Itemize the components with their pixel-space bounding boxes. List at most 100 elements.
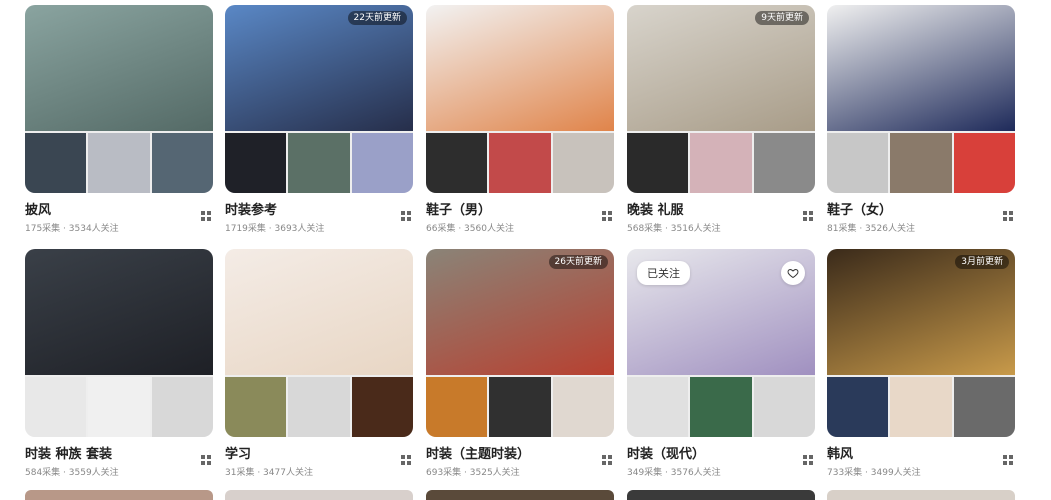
board-cover[interactable]: 26天前更新 <box>426 249 614 437</box>
grid-menu-icon[interactable] <box>201 450 211 465</box>
board-title[interactable]: 晚装 礼服 <box>627 201 815 221</box>
board-title[interactable]: 学习 <box>225 445 413 465</box>
board-title[interactable]: 鞋子（女） <box>827 201 1015 221</box>
board-thumbnails <box>627 133 815 193</box>
board-card[interactable]: 已关注时装（现代） 349采集 · 3576人关注 <box>627 249 815 480</box>
board-stats: 1719采集 · 3693人关注 <box>225 224 325 234</box>
board-title-row: 时装（现代） <box>627 445 815 465</box>
grid-menu-icon[interactable] <box>201 206 211 221</box>
board-main-image[interactable] <box>225 249 413 375</box>
board-thumbnail[interactable] <box>489 377 551 437</box>
board-thumbnail[interactable] <box>690 133 752 193</box>
grid-menu-icon[interactable] <box>1003 206 1013 221</box>
board-cover[interactable] <box>25 249 213 437</box>
board-title[interactable]: 时装（主题时装） <box>426 445 614 465</box>
board-stats: 349采集 · 3576人关注 <box>627 468 721 478</box>
grid-menu-icon[interactable] <box>602 206 612 221</box>
board-thumbnails <box>627 377 815 437</box>
followed-button[interactable]: 已关注 <box>637 261 690 285</box>
grid-menu-icon[interactable] <box>803 450 813 465</box>
board-card[interactable]: 披风 175采集 · 3534人关注 <box>25 5 213 236</box>
board-thumbnail[interactable] <box>827 133 889 193</box>
board-thumbnail[interactable] <box>753 377 815 437</box>
board-title[interactable]: 韩风 <box>827 445 1015 465</box>
board-stats: 584采集 · 3559人关注 <box>25 468 119 478</box>
board-thumbnail[interactable] <box>890 133 952 193</box>
board-thumbnail[interactable] <box>225 133 287 193</box>
board-thumbnail[interactable] <box>953 377 1015 437</box>
board-thumbnail[interactable] <box>88 133 150 193</box>
grid-menu-icon[interactable] <box>602 450 612 465</box>
board-stats: 733采集 · 3499人关注 <box>827 468 921 478</box>
board-thumbnails <box>225 377 413 437</box>
board-thumbnail[interactable] <box>351 377 413 437</box>
board-thumbnail[interactable] <box>953 133 1015 193</box>
board-stats: 568采集 · 3516人关注 <box>627 224 721 234</box>
board-cover-partial[interactable] <box>426 490 614 500</box>
board-cover[interactable] <box>827 5 1015 193</box>
board-card[interactable]: 学习 31采集 · 3477人关注 <box>225 249 413 480</box>
board-cover-partial[interactable] <box>827 490 1015 500</box>
board-thumbnail[interactable] <box>25 377 87 437</box>
board-thumbnail[interactable] <box>552 133 614 193</box>
board-thumbnail[interactable] <box>225 377 287 437</box>
board-thumbnail[interactable] <box>627 377 689 437</box>
board-cover-partial[interactable] <box>627 490 815 500</box>
board-card[interactable]: 鞋子（女） 81采集 · 3526人关注 <box>827 5 1015 236</box>
board-thumbnail[interactable] <box>426 133 488 193</box>
board-main-image[interactable] <box>25 5 213 131</box>
board-card[interactable]: 时装 种族 套装 584采集 · 3559人关注 <box>25 249 213 480</box>
board-card[interactable]: 3月前更新韩风 733采集 · 3499人关注 <box>827 249 1015 480</box>
board-title-row: 韩风 <box>827 445 1015 465</box>
board-main-image[interactable] <box>426 5 614 131</box>
board-title[interactable]: 鞋子（男） <box>426 201 614 221</box>
update-badge: 22天前更新 <box>347 11 407 25</box>
board-cover[interactable] <box>225 249 413 437</box>
board-thumbnail[interactable] <box>753 133 815 193</box>
heart-icon[interactable] <box>781 261 805 285</box>
board-thumbnail[interactable] <box>690 377 752 437</box>
board-cover[interactable]: 22天前更新 <box>225 5 413 193</box>
board-cover-partial[interactable] <box>25 490 213 500</box>
grid-menu-icon[interactable] <box>401 206 411 221</box>
board-thumbnail[interactable] <box>426 377 488 437</box>
board-stats: 175采集 · 3534人关注 <box>25 224 119 234</box>
board-main-image[interactable] <box>25 249 213 375</box>
board-title-row: 鞋子（女） <box>827 201 1015 221</box>
board-thumbnail[interactable] <box>88 377 150 437</box>
board-thumbnail[interactable] <box>890 377 952 437</box>
update-badge: 3月前更新 <box>955 255 1009 269</box>
board-thumbnail[interactable] <box>827 377 889 437</box>
grid-menu-icon[interactable] <box>401 450 411 465</box>
board-cover[interactable] <box>426 5 614 193</box>
board-cover[interactable] <box>25 5 213 193</box>
board-thumbnail[interactable] <box>627 133 689 193</box>
board-card[interactable]: 9天前更新晚装 礼服 568采集 · 3516人关注 <box>627 5 815 236</box>
board-thumbnail[interactable] <box>288 377 350 437</box>
board-thumbnail[interactable] <box>489 133 551 193</box>
board-title[interactable]: 时装 种族 套装 <box>25 445 213 465</box>
board-thumbnail[interactable] <box>151 133 213 193</box>
board-cover[interactable]: 9天前更新 <box>627 5 815 193</box>
board-main-image[interactable] <box>827 5 1015 131</box>
board-card[interactable]: 鞋子（男） 66采集 · 3560人关注 <box>426 5 614 236</box>
board-stats: 31采集 · 3477人关注 <box>225 468 313 478</box>
board-thumbnail[interactable] <box>288 133 350 193</box>
board-thumbnail[interactable] <box>151 377 213 437</box>
board-thumbnail[interactable] <box>351 133 413 193</box>
board-thumbnail[interactable] <box>25 133 87 193</box>
board-thumbnail[interactable] <box>552 377 614 437</box>
board-title[interactable]: 时装参考 <box>225 201 413 221</box>
board-card[interactable]: 26天前更新 时装（主题时装） 693采集 · 3525人关注 <box>426 249 614 480</box>
board-card[interactable]: 22天前更新时装参考 1719采集 · 3693人关注 <box>225 5 413 236</box>
board-title[interactable]: 时装（现代） <box>627 445 815 465</box>
update-badge: 26天前更新 <box>548 255 608 269</box>
board-cover-partial[interactable] <box>225 490 413 500</box>
board-cover[interactable]: 已关注 <box>627 249 815 437</box>
board-cover[interactable]: 3月前更新 <box>827 249 1015 437</box>
board-title-row: 鞋子（男） <box>426 201 614 221</box>
grid-menu-icon[interactable] <box>803 206 813 221</box>
grid-menu-icon[interactable] <box>1003 450 1013 465</box>
board-title-row: 时装参考 <box>225 201 413 221</box>
board-title[interactable]: 披风 <box>25 201 213 221</box>
